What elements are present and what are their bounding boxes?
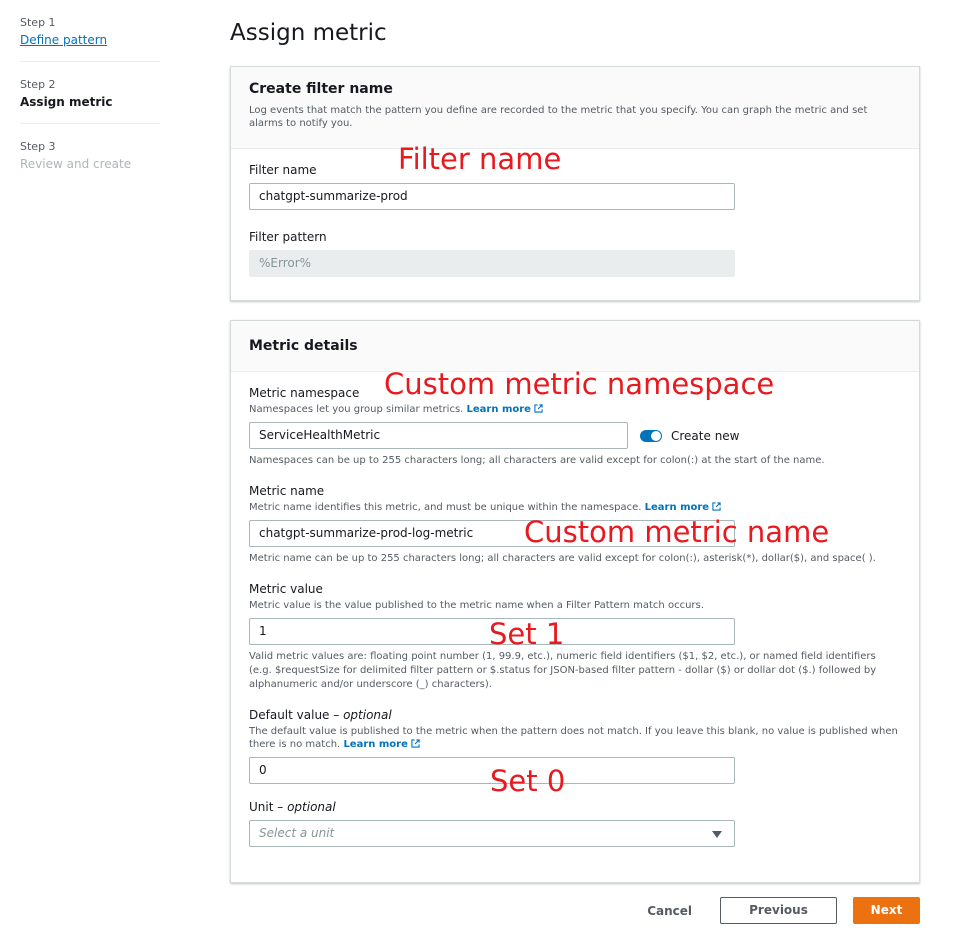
default-value-label: Default value – optional <box>249 708 392 722</box>
metric-details-title: Metric details <box>249 338 358 354</box>
unit-label: Unit – optional <box>249 800 336 814</box>
cancel-button[interactable]: Cancel <box>647 904 692 918</box>
step-2-title: Assign metric <box>20 95 113 109</box>
filter-name-section-description: Log events that match the pattern you de… <box>249 105 868 129</box>
metric-namespace-row: ServiceHealthMetric Create new <box>249 422 901 449</box>
external-link-icon <box>712 502 721 511</box>
filter-pattern-input: %Error% <box>249 250 735 277</box>
step-2-number: Step 2 <box>20 78 56 91</box>
filter-name-body: Filter name chatgpt-summarize-prod Filte… <box>231 149 919 295</box>
metric-namespace-desc-text: Namespaces let you group similar metrics… <box>249 404 464 415</box>
unit-select-placeholder: Select a unit <box>259 826 335 840</box>
namespace-learn-more-link[interactable]: Learn more <box>467 404 543 415</box>
metric-name-constraint: Metric name can be up to 255 characters … <box>249 553 876 564</box>
metric-details-body: Metric namespace Namespaces let you grou… <box>231 372 919 865</box>
create-new-label: Create new <box>671 428 740 443</box>
default-value-optional: optional <box>343 708 392 722</box>
step-2: Step 2 Assign metric <box>20 78 160 124</box>
annotation-filter-name: Filter name <box>398 142 562 176</box>
filter-name-section-title: Create filter name <box>249 81 393 97</box>
metric-namespace-description: Namespaces let you group similar metrics… <box>249 403 901 416</box>
annotation-metric-name: Custom metric name <box>524 515 830 549</box>
filter-pattern-label: Filter pattern <box>249 230 327 244</box>
step-1-number: Step 1 <box>20 16 56 29</box>
step-1: Step 1 Define pattern <box>20 16 160 62</box>
unit-select[interactable]: Select a unit <box>249 820 735 847</box>
filter-name-field: Filter name chatgpt-summarize-prod <box>249 163 901 210</box>
metric-name-description: Metric name identifies this metric, and … <box>249 501 901 514</box>
metric-value-description: Metric value is the value published to t… <box>249 600 704 611</box>
step-3: Step 3 Review and create <box>20 140 160 185</box>
caret-down-icon <box>712 831 722 838</box>
namespace-learn-more-label: Learn more <box>466 404 531 415</box>
filter-name-label: Filter name <box>249 163 317 177</box>
previous-button[interactable]: Previous <box>720 897 837 924</box>
external-link-icon <box>534 404 543 413</box>
step-3-number: Step 3 <box>20 140 56 153</box>
default-value-learn-more-link[interactable]: Learn more <box>343 739 420 750</box>
metric-value-field: Metric value Metric value is the value p… <box>249 582 901 692</box>
wizard-footer: Cancel Previous Next <box>647 897 920 924</box>
step-3-title: Review and create <box>20 157 132 171</box>
unit-optional: optional <box>287 800 336 814</box>
metric-name-desc-text: Metric name identifies this metric, and … <box>249 502 642 513</box>
annotation-set-1: Set 1 <box>489 617 565 651</box>
step-1-link[interactable]: Define pattern <box>20 33 160 47</box>
filter-pattern-field: Filter pattern %Error% <box>249 230 901 277</box>
filter-name-input[interactable]: chatgpt-summarize-prod <box>249 183 735 210</box>
metric-value-label: Metric value <box>249 582 323 596</box>
default-value-field: Default value – optional The default val… <box>249 708 901 784</box>
metric-name-learn-more-link[interactable]: Learn more <box>645 502 721 513</box>
metric-namespace-constraint: Namespaces can be up to 255 characters l… <box>249 455 825 466</box>
metric-name-learn-more-label: Learn more <box>644 502 710 513</box>
filter-name-header: Create filter name Log events that match… <box>231 67 919 149</box>
external-link-icon <box>411 739 420 748</box>
next-button[interactable]: Next <box>853 897 920 924</box>
create-new-toggle[interactable] <box>640 429 662 442</box>
annotation-namespace: Custom metric namespace <box>384 367 775 401</box>
default-value-description: The default value is published to the me… <box>249 725 901 751</box>
annotation-set-0: Set 0 <box>490 764 566 798</box>
default-value-learn-more-label: Learn more <box>343 739 408 750</box>
metric-namespace-input[interactable]: ServiceHealthMetric <box>249 422 628 449</box>
wizard-steps: Step 1 Define pattern Step 2 Assign metr… <box>20 16 160 201</box>
unit-field: Unit – optional Select a unit <box>249 800 901 847</box>
filter-name-container: Create filter name Log events that match… <box>230 66 920 301</box>
metric-value-constraint: Valid metric values are: floating point … <box>249 651 877 690</box>
metric-details-container: Metric details Metric namespace Namespac… <box>230 320 920 883</box>
page-title: Assign metric <box>230 20 387 46</box>
metric-name-label: Metric name <box>249 484 325 498</box>
metric-details-header: Metric details <box>231 321 919 372</box>
toggle-knob <box>651 430 661 441</box>
unit-label-text: Unit <box>249 800 274 814</box>
default-value-label-text: Default value <box>249 708 330 722</box>
